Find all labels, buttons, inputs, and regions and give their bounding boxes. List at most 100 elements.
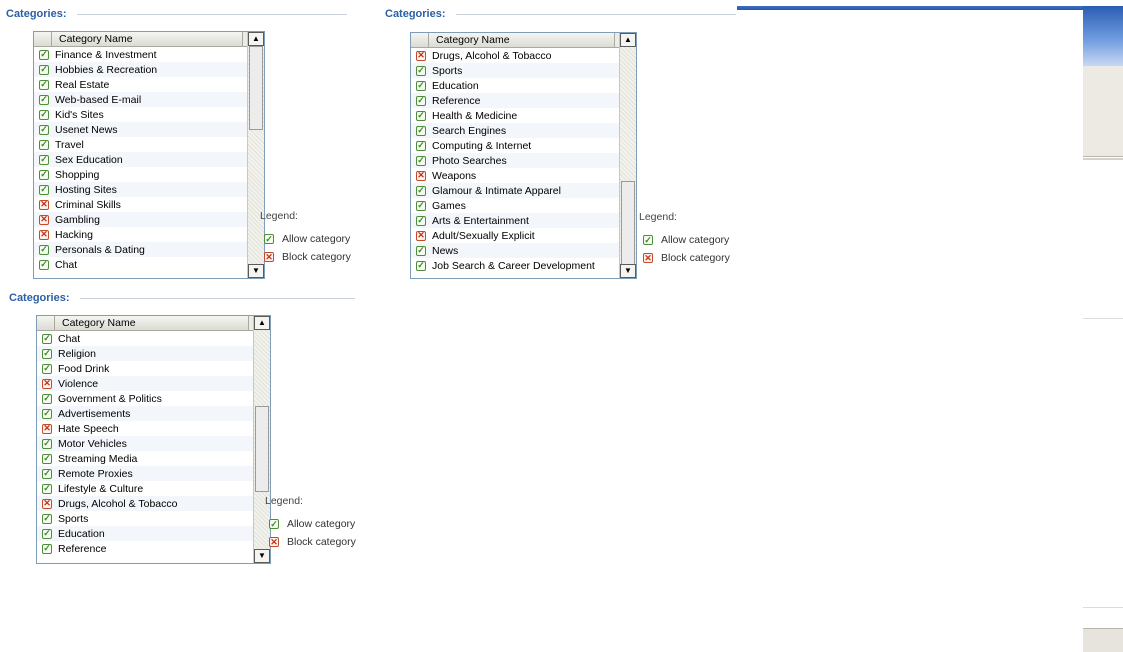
check-icon[interactable]: ✓ xyxy=(416,215,426,226)
check-icon[interactable]: ✓ xyxy=(416,245,426,256)
list-item[interactable]: ✓ Shopping xyxy=(34,167,247,182)
scroll-thumb[interactable] xyxy=(249,46,263,130)
list-item[interactable]: ✓ Education xyxy=(37,526,253,541)
header-check-column[interactable] xyxy=(37,316,55,330)
list-item[interactable]: ✓ Sports xyxy=(411,63,619,78)
x-icon[interactable]: ✕ xyxy=(416,50,426,61)
check-icon[interactable]: ✓ xyxy=(39,94,49,105)
check-icon[interactable]: ✓ xyxy=(42,543,52,554)
list-item[interactable]: ✓ Food Drink xyxy=(37,361,253,376)
list-item[interactable]: ✓ Lifestyle & Culture xyxy=(37,481,253,496)
check-icon[interactable]: ✓ xyxy=(42,513,52,524)
arrow-down-icon[interactable]: ▼ xyxy=(254,549,270,563)
list-item[interactable]: ✓ Web-based E-mail xyxy=(34,92,247,107)
list-item[interactable]: ✓ Usenet News xyxy=(34,122,247,137)
list-item[interactable]: ✓ Glamour & Intimate Apparel xyxy=(411,183,619,198)
list-item[interactable]: ✕ Drugs, Alcohol & Tobacco xyxy=(37,496,253,511)
check-icon[interactable]: ✓ xyxy=(39,64,49,75)
check-icon[interactable]: ✓ xyxy=(416,95,426,106)
x-icon[interactable]: ✕ xyxy=(42,423,52,434)
list-item[interactable]: ✕ Adult/Sexually Explicit xyxy=(411,228,619,243)
check-icon[interactable]: ✓ xyxy=(416,140,426,151)
category-list[interactable]: Category Name ✓ Chat ✓ Religion ✓ Food Drink ✕… xyxy=(36,315,271,564)
list-item[interactable]: ✓ Reference xyxy=(411,93,619,108)
check-icon[interactable]: ✓ xyxy=(39,259,49,270)
list-item[interactable]: ✓ Advertisements xyxy=(37,406,253,421)
list-item[interactable]: ✓ Photo Searches xyxy=(411,153,619,168)
list-item[interactable]: ✓ Streaming Media xyxy=(37,451,253,466)
x-icon[interactable]: ✕ xyxy=(39,214,49,225)
list-item[interactable]: ✓ Reference xyxy=(37,541,253,556)
list-item[interactable]: ✓ Religion xyxy=(37,346,253,361)
check-icon[interactable]: ✓ xyxy=(416,125,426,136)
arrow-up-icon[interactable]: ▲ xyxy=(248,32,264,46)
x-icon[interactable]: ✕ xyxy=(416,230,426,241)
list-item[interactable]: ✓ Remote Proxies xyxy=(37,466,253,481)
list-item[interactable]: ✓ Personals & Dating xyxy=(34,242,247,257)
check-icon[interactable]: ✓ xyxy=(416,155,426,166)
check-icon[interactable]: ✓ xyxy=(416,80,426,91)
column-header-category-name[interactable]: Category Name xyxy=(429,33,615,47)
arrow-down-icon[interactable]: ▼ xyxy=(620,264,636,278)
x-icon[interactable]: ✕ xyxy=(39,199,49,210)
check-icon[interactable]: ✓ xyxy=(42,408,52,419)
vertical-scrollbar[interactable]: ▲ ▼ xyxy=(619,33,636,278)
list-item[interactable]: ✓ Computing & Internet xyxy=(411,138,619,153)
list-item[interactable]: ✕ Violence xyxy=(37,376,253,391)
header-check-column[interactable] xyxy=(34,32,52,46)
check-icon[interactable]: ✓ xyxy=(39,154,49,165)
list-item[interactable]: ✕ Criminal Skills xyxy=(34,197,247,212)
x-icon[interactable]: ✕ xyxy=(42,498,52,509)
check-icon[interactable]: ✓ xyxy=(42,453,52,464)
x-icon[interactable]: ✕ xyxy=(42,378,52,389)
list-item[interactable]: ✓ Finance & Investment xyxy=(34,47,247,62)
category-list[interactable]: Category Name ✓ Finance & Investment ✓ Hobb… xyxy=(33,31,265,279)
check-icon[interactable]: ✓ xyxy=(42,393,52,404)
check-icon[interactable]: ✓ xyxy=(39,49,49,60)
check-icon[interactable]: ✓ xyxy=(42,528,52,539)
category-list[interactable]: Category Name ✕ Drugs, Alcohol & Tobacco ✓… xyxy=(410,32,637,279)
check-icon[interactable]: ✓ xyxy=(39,169,49,180)
check-icon[interactable]: ✓ xyxy=(42,333,52,344)
list-item[interactable]: ✓ Health & Medicine xyxy=(411,108,619,123)
list-item[interactable]: ✓ Job Search & Career Development xyxy=(411,258,619,273)
arrow-up-icon[interactable]: ▲ xyxy=(254,316,270,330)
check-icon[interactable]: ✓ xyxy=(39,244,49,255)
list-item[interactable]: ✕ Weapons xyxy=(411,168,619,183)
list-item[interactable]: ✕ Gambling xyxy=(34,212,247,227)
list-item[interactable]: ✓ Sex Education xyxy=(34,152,247,167)
check-icon[interactable]: ✓ xyxy=(39,139,49,150)
list-item[interactable]: ✓ Motor Vehicles xyxy=(37,436,253,451)
check-icon[interactable]: ✓ xyxy=(39,124,49,135)
list-item[interactable]: ✕ Hacking xyxy=(34,227,247,242)
list-item[interactable]: ✓ Travel xyxy=(34,137,247,152)
list-item[interactable]: ✓ Games xyxy=(411,198,619,213)
scroll-thumb[interactable] xyxy=(255,406,269,492)
column-header-category-name[interactable]: Category Name xyxy=(52,32,243,46)
list-item[interactable]: ✓ Chat xyxy=(34,257,247,272)
list-item[interactable]: ✓ Sports xyxy=(37,511,253,526)
arrow-down-icon[interactable]: ▼ xyxy=(248,264,264,278)
check-icon[interactable]: ✓ xyxy=(416,185,426,196)
check-icon[interactable]: ✓ xyxy=(42,438,52,449)
list-item[interactable]: ✕ Hate Speech xyxy=(37,421,253,436)
x-icon[interactable]: ✕ xyxy=(39,229,49,240)
list-item[interactable]: ✓ Hobbies & Recreation xyxy=(34,62,247,77)
check-icon[interactable]: ✓ xyxy=(416,65,426,76)
x-icon[interactable]: ✕ xyxy=(416,170,426,181)
list-item[interactable]: ✓ Government & Politics xyxy=(37,391,253,406)
check-icon[interactable]: ✓ xyxy=(42,348,52,359)
check-icon[interactable]: ✓ xyxy=(42,468,52,479)
list-item[interactable]: ✕ Drugs, Alcohol & Tobacco xyxy=(411,48,619,63)
list-item[interactable]: ✓ Kid's Sites xyxy=(34,107,247,122)
check-icon[interactable]: ✓ xyxy=(39,184,49,195)
arrow-up-icon[interactable]: ▲ xyxy=(620,33,636,47)
scroll-thumb[interactable] xyxy=(621,181,635,267)
check-icon[interactable]: ✓ xyxy=(416,260,426,271)
list-item[interactable]: ✓ Hosting Sites xyxy=(34,182,247,197)
check-icon[interactable]: ✓ xyxy=(416,110,426,121)
list-item[interactable]: ✓ Search Engines xyxy=(411,123,619,138)
check-icon[interactable]: ✓ xyxy=(42,483,52,494)
check-icon[interactable]: ✓ xyxy=(39,79,49,90)
list-item[interactable]: ✓ Chat xyxy=(37,331,253,346)
